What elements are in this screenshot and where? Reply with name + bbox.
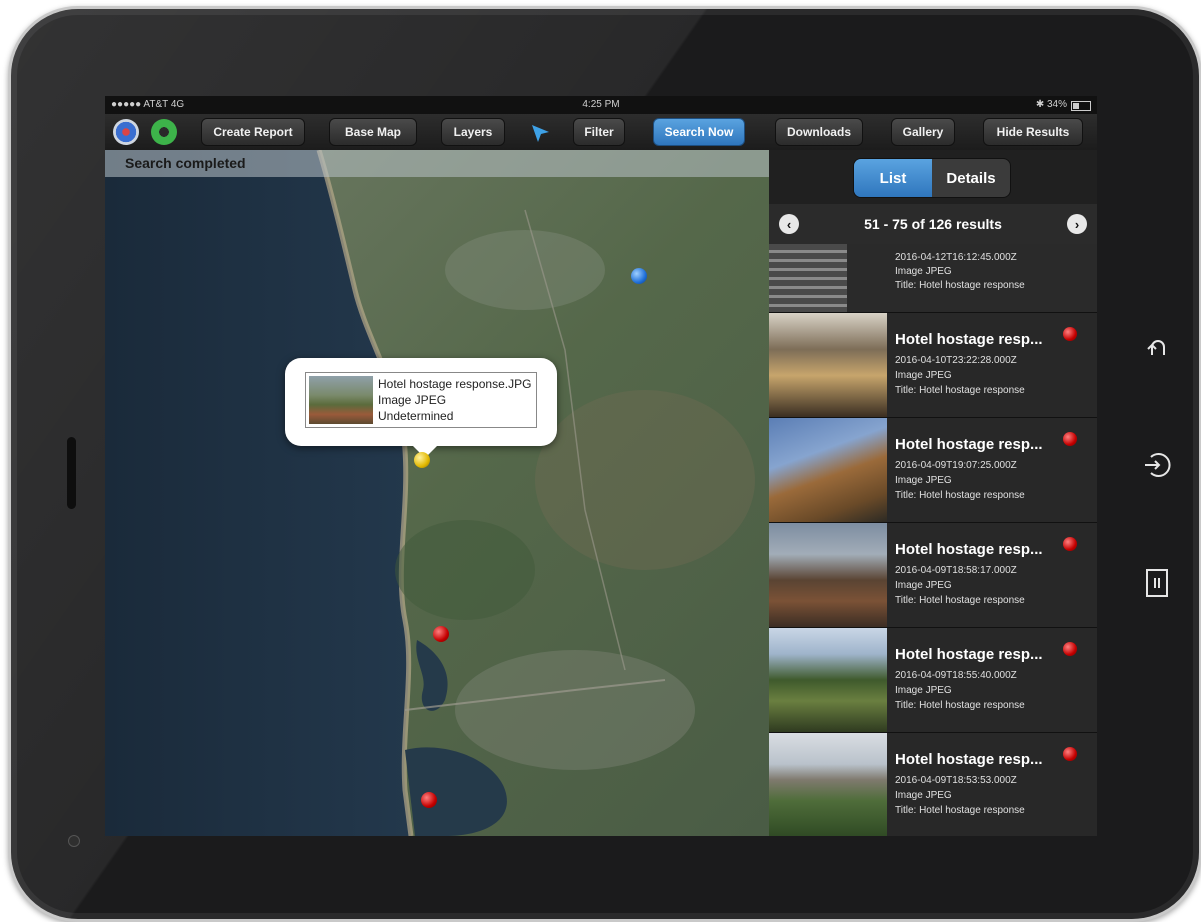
map-callout[interactable]: Hotel hostage response.JPG Image JPEG Un… <box>285 358 557 458</box>
result-status-dot <box>1063 537 1077 551</box>
result-title: Hotel hostage resp... <box>895 646 1043 663</box>
callout-title: Hotel hostage response.JPG <box>378 377 532 391</box>
result-type: Image JPEG <box>895 370 952 381</box>
pause-icon[interactable] <box>1139 565 1175 601</box>
result-subtitle: Title: Hotel hostage response <box>895 805 1025 816</box>
result-status-dot <box>1063 327 1077 341</box>
callout-thumbnail <box>309 376 373 424</box>
map-view[interactable]: Search completed Hotel hostage response.… <box>105 150 769 836</box>
result-subtitle: Title: Hotel hostage response <box>895 595 1025 606</box>
result-title: Hotel hostage resp... <box>895 436 1043 453</box>
toolbar: Create Report Base Map Layers Filter Sea… <box>105 114 1097 151</box>
result-subtitle: Title: Hotel hostage response <box>895 385 1025 396</box>
result-subtitle: Title: Hotel hostage response <box>895 280 1025 291</box>
undo-icon[interactable] <box>1139 331 1175 367</box>
hide-results-button[interactable]: Hide Results <box>983 118 1083 146</box>
result-status-dot <box>1063 642 1077 656</box>
location-arrow-icon[interactable] <box>529 122 551 144</box>
result-type: Image JPEG <box>895 266 952 277</box>
result-subtitle: Title: Hotel hostage response <box>895 490 1025 501</box>
map-pin-red[interactable] <box>433 626 449 642</box>
result-title: Hotel hostage resp... <box>895 751 1043 768</box>
results-pager: ‹ 51 - 75 of 126 results › <box>769 204 1097 244</box>
result-type: Image JPEG <box>895 580 952 591</box>
result-type: Image JPEG <box>895 790 952 801</box>
result-item[interactable]: Hotel hostage resp... 2016-04-10T23:22:2… <box>769 313 1097 418</box>
satellite-map <box>105 150 769 836</box>
map-pin-red[interactable] <box>421 792 437 808</box>
result-date: 2016-04-09T18:58:17.000Z <box>895 565 1017 576</box>
create-report-button[interactable]: Create Report <box>201 118 305 146</box>
result-item[interactable]: Hotel hostage resp... 2016-04-09T19:07:2… <box>769 418 1097 523</box>
tab-list[interactable]: List <box>854 159 932 197</box>
search-status-banner: Search completed <box>105 150 769 177</box>
result-date: 2016-04-12T16:12:45.000Z <box>895 252 1017 263</box>
result-item[interactable]: Hotel hostage resp... 2016-04-09T18:55:4… <box>769 628 1097 733</box>
result-title: Hotel hostage resp... <box>895 541 1043 558</box>
layers-button[interactable]: Layers <box>441 118 505 146</box>
clock: 4:25 PM <box>582 99 620 110</box>
battery-text: ✱ 34% <box>1035 99 1067 110</box>
callout-classification: Undetermined <box>378 409 454 423</box>
result-date: 2016-04-10T23:22:28.000Z <box>895 355 1017 366</box>
result-thumbnail <box>769 313 887 417</box>
result-item[interactable]: 2016-04-12T16:12:45.000Z Image JPEG Titl… <box>769 244 1097 313</box>
filter-button[interactable]: Filter <box>573 118 625 146</box>
app-screen: ●●●●● AT&T 4G 4:25 PM ✱ 34% Create Repor… <box>105 96 1097 836</box>
result-item[interactable]: Hotel hostage resp... 2016-04-09T18:58:1… <box>769 523 1097 628</box>
result-thumbnail <box>769 733 887 836</box>
battery-icon <box>1071 101 1091 111</box>
result-date: 2016-04-09T19:07:25.000Z <box>895 460 1017 471</box>
downloads-button[interactable]: Downloads <box>775 118 863 146</box>
base-map-button[interactable]: Base Map <box>329 118 417 146</box>
result-thumbnail <box>769 244 847 312</box>
results-count: 51 - 75 of 126 results <box>864 216 1002 232</box>
view-segmented-control: List Details <box>853 158 1011 198</box>
result-thumbnail <box>769 628 887 732</box>
results-panel: List Details ‹ 51 - 75 of 126 results › … <box>769 150 1097 836</box>
chevron-right-icon[interactable]: › <box>1067 214 1087 234</box>
tab-details[interactable]: Details <box>932 159 1010 197</box>
map-pin-blue[interactable] <box>631 268 647 284</box>
callout-type: Image JPEG <box>378 393 447 407</box>
result-title: Hotel hostage resp... <box>895 331 1043 348</box>
callout-text: Hotel hostage response.JPG Image JPEG Un… <box>378 376 531 424</box>
result-status-dot <box>1063 432 1077 446</box>
map-pin-selected[interactable] <box>414 452 430 468</box>
result-status-dot <box>1063 747 1077 761</box>
logout-icon[interactable] <box>1139 447 1175 483</box>
result-date: 2016-04-09T18:53:53.000Z <box>895 775 1017 786</box>
result-type: Image JPEG <box>895 475 952 486</box>
result-item[interactable]: Hotel hostage resp... 2016-04-09T18:53:5… <box>769 733 1097 836</box>
result-type: Image JPEG <box>895 685 952 696</box>
search-now-button[interactable]: Search Now <box>653 118 745 146</box>
gallery-button[interactable]: Gallery <box>891 118 955 146</box>
gear-check-icon[interactable] <box>151 119 177 145</box>
result-subtitle: Title: Hotel hostage response <box>895 700 1025 711</box>
side-button <box>67 437 76 509</box>
result-thumbnail <box>769 523 887 627</box>
camera <box>68 835 80 847</box>
status-bar: ●●●●● AT&T 4G 4:25 PM ✱ 34% <box>105 96 1097 114</box>
result-thumbnail <box>769 418 887 522</box>
globe-icon[interactable] <box>113 119 139 145</box>
callout-content: Hotel hostage response.JPG Image JPEG Un… <box>305 372 537 428</box>
result-date: 2016-04-09T18:55:40.000Z <box>895 670 1017 681</box>
